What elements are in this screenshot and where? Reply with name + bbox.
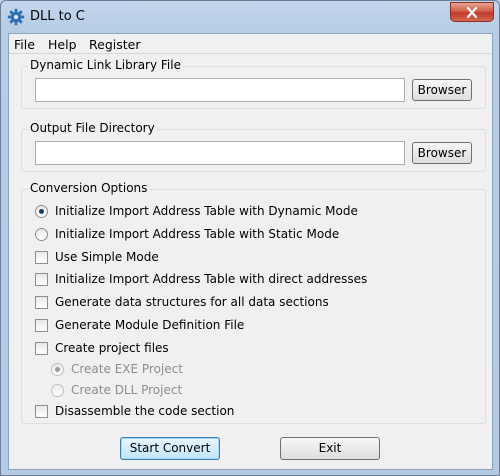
app-window: DLL to C File Help Register Dynamic Link… <box>0 0 500 476</box>
dll-browse-button[interactable]: Browser <box>412 79 472 101</box>
option-label: Create EXE Project <box>71 362 183 376</box>
window-title: DLL to C <box>30 9 85 24</box>
menu-bar: File Help Register <box>9 34 492 54</box>
radio-indicator[interactable] <box>35 205 48 218</box>
dll-file-group-label: Dynamic Link Library File <box>28 58 183 72</box>
checkbox-indicator[interactable] <box>35 273 48 286</box>
option-label: Generate Module Definition File <box>55 318 245 332</box>
option-label: Create DLL Project <box>71 383 183 397</box>
option-label: Use Simple Mode <box>55 250 159 264</box>
output-browse-button[interactable]: Browser <box>412 142 472 164</box>
option-label: Initialize Import Address Table with Dyn… <box>55 204 358 218</box>
checkbox-indicator[interactable] <box>35 251 48 264</box>
checkbox-indicator[interactable] <box>35 342 48 355</box>
dll-file-input[interactable] <box>35 78 405 102</box>
menu-register[interactable]: Register <box>89 37 140 52</box>
checkbox-indicator[interactable] <box>35 405 48 418</box>
conversion-options-label: Conversion Options <box>28 181 150 195</box>
conversion-options-group: Conversion Options Initialize Import Add… <box>21 181 486 424</box>
option-label: Initialize Import Address Table with dir… <box>55 272 368 286</box>
radio-indicator <box>51 363 64 376</box>
option-label: Generate data structures for all data se… <box>55 295 329 309</box>
output-dir-group-label: Output File Directory <box>28 121 157 135</box>
dll-file-group: Dynamic Link Library File Browser <box>21 58 486 109</box>
exit-button[interactable]: Exit <box>280 437 380 460</box>
checkbox-indicator[interactable] <box>35 319 48 332</box>
close-icon <box>466 7 478 18</box>
menu-file[interactable]: File <box>14 37 35 52</box>
gear-icon <box>7 8 25 26</box>
start-convert-button[interactable]: Start Convert <box>120 437 220 460</box>
close-button[interactable] <box>450 2 494 22</box>
option-label: Initialize Import Address Table with Sta… <box>55 227 340 241</box>
option-label: Create project files <box>55 341 169 355</box>
radio-indicator <box>51 384 64 397</box>
checkbox-indicator[interactable] <box>35 296 48 309</box>
output-dir-input[interactable] <box>35 141 405 165</box>
output-dir-group: Output File Directory Browser <box>21 121 486 172</box>
option-label: Disassemble the code section <box>55 404 235 418</box>
menu-help[interactable]: Help <box>48 37 77 52</box>
client-area: File Help Register Dynamic Link Library … <box>8 33 493 470</box>
radio-indicator[interactable] <box>35 228 48 241</box>
title-bar[interactable]: DLL to C <box>1 1 499 33</box>
